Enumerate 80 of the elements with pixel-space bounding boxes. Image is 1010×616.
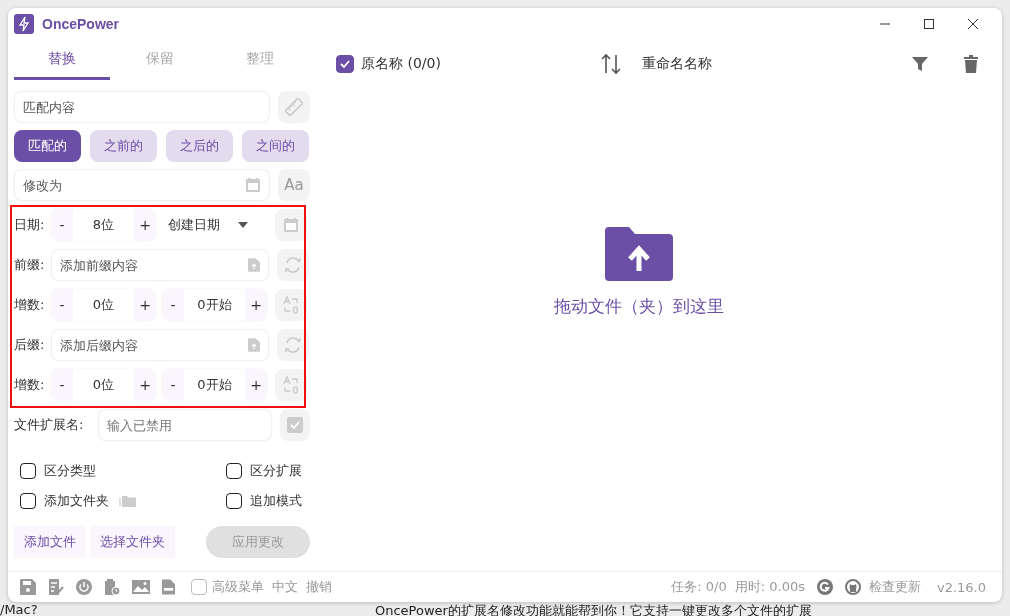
- elapsed-time: 用时: 0.00s: [734, 578, 805, 596]
- decrement-button[interactable]: -: [162, 289, 184, 321]
- stepper-value: 0位: [91, 296, 116, 314]
- file-upload-icon: [248, 258, 260, 272]
- close-icon[interactable]: [968, 19, 978, 29]
- row-label: 文件扩展名:: [14, 416, 85, 434]
- sequence-button[interactable]: [275, 369, 307, 401]
- sequence-button[interactable]: [275, 289, 307, 321]
- caret-icon: [238, 222, 248, 228]
- maximize-icon[interactable]: [924, 19, 934, 29]
- match-mode-button[interactable]: 匹配的: [14, 130, 81, 162]
- app-title: OncePower: [42, 16, 120, 32]
- row-label: 后缀:: [14, 336, 46, 354]
- image-icon[interactable]: [132, 580, 150, 594]
- increment-button[interactable]: +: [134, 369, 156, 401]
- refresh-icon: [283, 335, 303, 355]
- increment-button[interactable]: +: [245, 369, 267, 401]
- decrement-button[interactable]: -: [162, 369, 184, 401]
- row-label: 前缀:: [14, 256, 46, 274]
- task-count: 任务: 0/0: [671, 578, 727, 596]
- drop-hint: 拖动文件（夹）到这里: [554, 295, 724, 318]
- option-checkbox[interactable]: 区分扩展: [226, 462, 316, 480]
- date-type-dropdown[interactable]: 创建日期: [162, 209, 256, 241]
- folder-upload-icon[interactable]: [605, 227, 673, 281]
- document-edit-icon[interactable]: [48, 579, 64, 595]
- calendar-icon: [245, 177, 261, 193]
- option-checkbox[interactable]: 区分类型: [20, 462, 226, 480]
- column-header: 重命名名称: [642, 55, 712, 73]
- trash-icon[interactable]: [964, 55, 978, 73]
- text-field[interactable]: 添加后缀内容: [51, 329, 269, 361]
- row-label: 日期:: [14, 216, 46, 234]
- file-upload-icon: [248, 338, 260, 352]
- page-text: /Mac?: [0, 602, 39, 616]
- action-button[interactable]: 添加文件: [14, 526, 86, 558]
- replace-field[interactable]: 修改为: [14, 169, 270, 201]
- number-stepper[interactable]: - 0位 +: [51, 289, 156, 321]
- refresh-icon: [283, 255, 303, 275]
- sort-arrows-icon[interactable]: [600, 53, 622, 75]
- match-field[interactable]: 匹配内容: [14, 91, 270, 123]
- number-stepper[interactable]: - 0位 +: [51, 369, 156, 401]
- match-mode-button[interactable]: 之后的: [166, 130, 233, 162]
- original-name-checkbox[interactable]: 原名称 (0/0): [336, 55, 600, 73]
- option-checkbox[interactable]: 添加文件夹: [20, 492, 226, 510]
- stepper-value: 0开始: [196, 376, 233, 394]
- stepper-value: 8位: [91, 216, 116, 234]
- calendar-icon: [283, 217, 299, 233]
- power-icon[interactable]: [76, 579, 92, 595]
- tab[interactable]: 替换: [14, 40, 110, 80]
- ruler-icon: [284, 97, 304, 117]
- match-mode-button[interactable]: 之前的: [90, 130, 157, 162]
- text-field[interactable]: 添加前缀内容: [51, 249, 269, 281]
- stepper-value: 0位: [91, 376, 116, 394]
- sequence-icon: [281, 375, 301, 395]
- action-button[interactable]: 选择文件夹: [90, 526, 175, 558]
- file-icon[interactable]: [162, 579, 175, 595]
- decrement-button[interactable]: -: [51, 289, 73, 321]
- version-label: v2.16.0: [936, 579, 986, 595]
- g-logo-icon[interactable]: [816, 579, 833, 595]
- number-stepper[interactable]: - 8位 +: [51, 209, 156, 241]
- option-checkbox[interactable]: 追加模式: [226, 492, 316, 510]
- sequence-icon: [281, 295, 301, 315]
- decrement-button[interactable]: -: [51, 369, 73, 401]
- filter-icon[interactable]: [912, 56, 928, 72]
- stepper-value: 0开始: [196, 296, 233, 314]
- increment-button[interactable]: +: [134, 289, 156, 321]
- number-stepper[interactable]: - 0开始 +: [162, 289, 267, 321]
- number-stepper[interactable]: - 0开始 +: [162, 369, 267, 401]
- increment-button[interactable]: +: [245, 289, 267, 321]
- row-label: 增数:: [14, 376, 46, 394]
- decrement-button[interactable]: -: [51, 209, 73, 241]
- lightning-logo-icon: [14, 14, 34, 34]
- clipboard-clock-icon[interactable]: [104, 579, 120, 595]
- save-icon[interactable]: [20, 579, 36, 595]
- row-label: 增数:: [14, 296, 46, 314]
- match-mode-button[interactable]: 之间的: [242, 130, 309, 162]
- calendar-button[interactable]: [275, 209, 307, 241]
- increment-button[interactable]: +: [134, 209, 156, 241]
- refresh-button[interactable]: [277, 249, 309, 281]
- checkbox-icon: [287, 417, 303, 433]
- refresh-button[interactable]: [277, 329, 309, 361]
